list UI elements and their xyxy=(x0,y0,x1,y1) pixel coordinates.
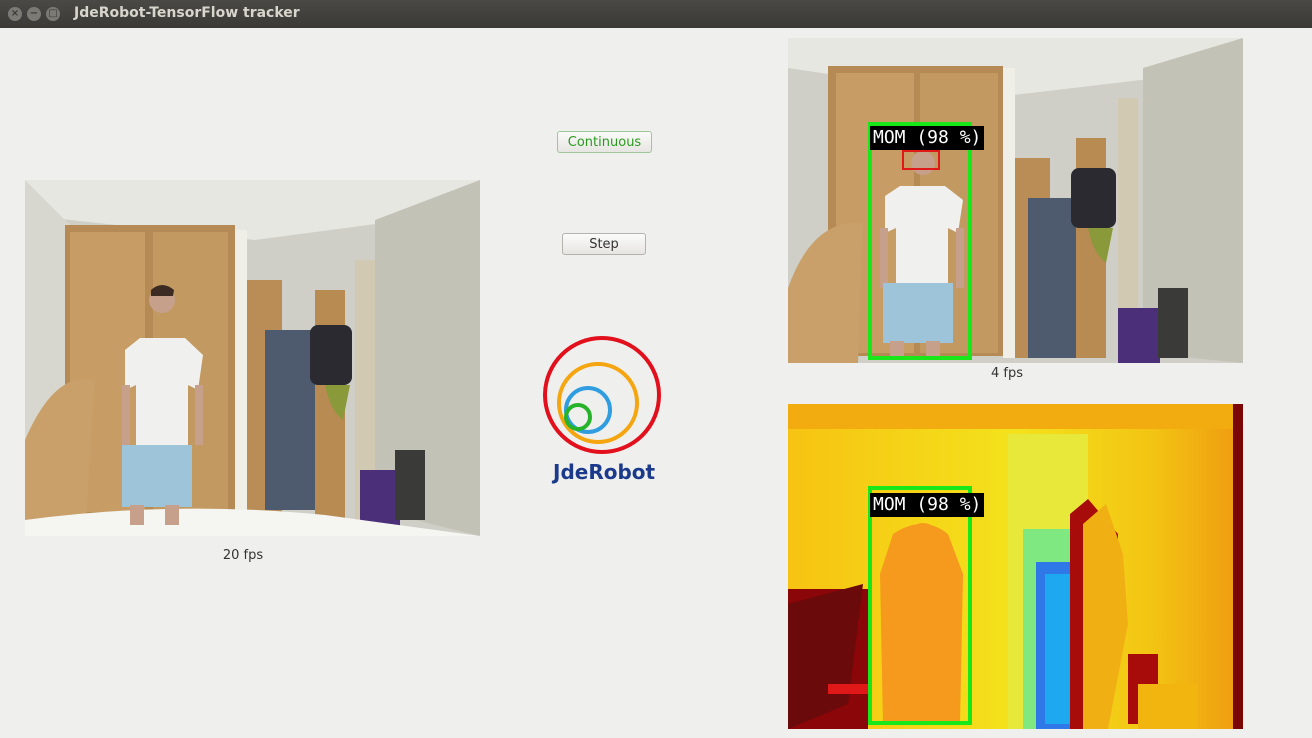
left-camera-view xyxy=(25,180,480,536)
step-button[interactable]: Step xyxy=(562,233,646,255)
maximize-icon[interactable]: □ xyxy=(46,7,60,21)
logo-rings xyxy=(543,336,661,454)
depth-detection-view: MOM (98 %) xyxy=(788,404,1243,729)
minimize-icon[interactable]: − xyxy=(27,7,41,21)
left-fps-label: 20 fps xyxy=(222,548,264,563)
jderobot-logo xyxy=(540,333,664,457)
window-titlebar: × − □ JdeRobot-TensorFlow tracker xyxy=(0,0,1312,28)
rgb-detection-label: MOM (98 %) xyxy=(870,126,985,150)
close-icon[interactable]: × xyxy=(8,7,22,21)
logo-text: JdeRobot xyxy=(553,460,656,484)
depth-detection-image xyxy=(788,404,1243,729)
depth-detection-label: MOM (98 %) xyxy=(870,493,985,517)
window-title: JdeRobot-TensorFlow tracker xyxy=(74,5,300,21)
continuous-button[interactable]: Continuous xyxy=(557,131,652,153)
left-camera-image xyxy=(25,180,480,536)
rgb-detection-view: MOM (98 %) xyxy=(788,38,1243,363)
rgb-fps-label: 4 fps xyxy=(990,366,1023,381)
rgb-detection-image xyxy=(788,38,1243,363)
